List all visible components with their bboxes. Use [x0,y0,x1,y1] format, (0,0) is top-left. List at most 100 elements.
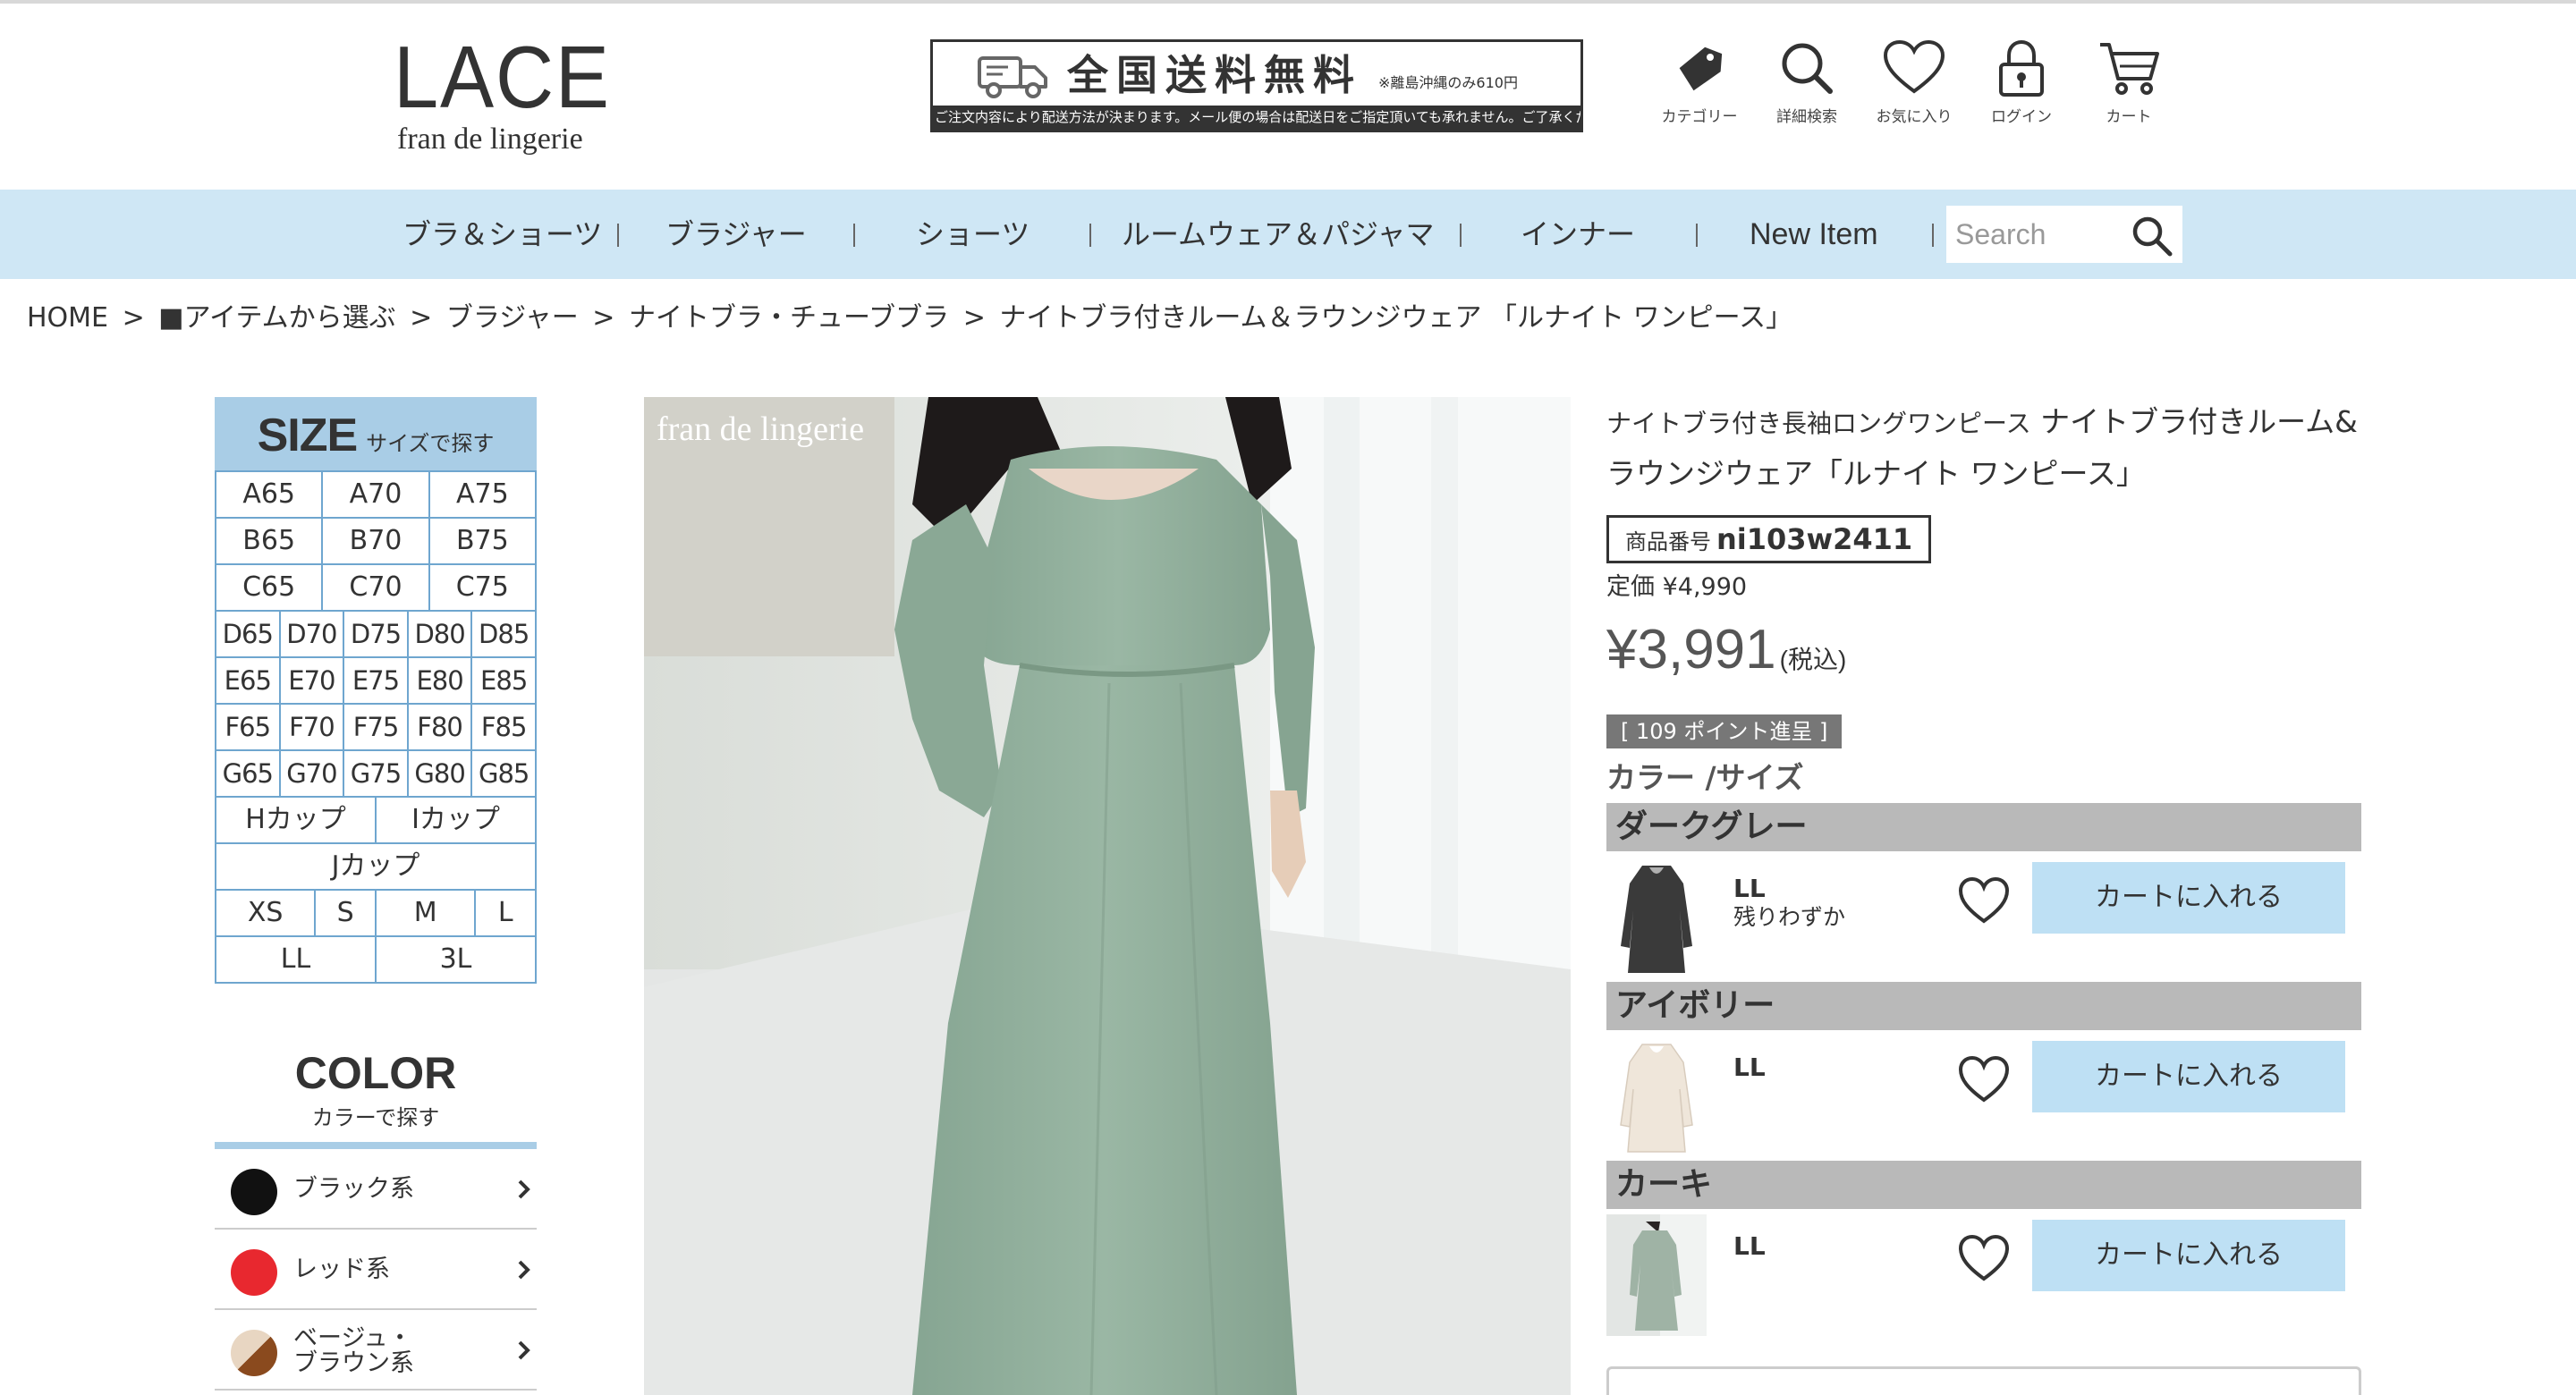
size-option[interactable]: A75 [428,472,535,517]
product-main-image[interactable]: fran de lingerie [644,397,1571,1395]
product-code: ni103w2411 [1716,522,1913,556]
size-option[interactable]: Jカップ [216,844,535,889]
color-option-label: レッド系 [293,1256,390,1283]
nav-search [1946,206,2182,263]
size-option[interactable]: F65 [216,705,279,749]
size-option[interactable]: G70 [278,751,343,796]
size-option[interactable]: XS [216,891,314,935]
search-input[interactable] [1955,206,2125,263]
lock-icon [1999,39,2044,97]
header-search-link[interactable]: 詳細検索 [1753,39,1860,126]
size-option[interactable]: 3L [375,937,535,982]
banner-title: 全国送料無料 [1067,51,1362,99]
favorite-heart-icon[interactable] [1957,876,2011,926]
size-grid: A65 A70 A75 B65 B70 B75 C65 C70 C75 D65 … [215,470,537,984]
header-category-link[interactable]: カテゴリー [1646,39,1753,126]
free-shipping-banner[interactable]: 全国送料無料 ※離島沖縄のみ610円 ご注文内容により配送方法が決まります。メー… [930,39,1583,132]
size-option[interactable]: A70 [321,472,428,517]
size-option[interactable]: E70 [278,658,343,703]
color-size-label: カラー /サイズ [1606,760,1804,795]
size-option[interactable]: C70 [321,565,428,610]
size-option[interactable]: S [314,891,375,935]
size-option[interactable]: F70 [278,705,343,749]
size-option[interactable]: D65 [216,612,279,656]
header-category-label: カテゴリー [1661,108,1738,126]
site-logo[interactable]: LACE fran de lingerie [394,32,609,157]
beige-brown-swatch [231,1330,277,1376]
nav-item-shorts[interactable]: ショーツ [916,190,1030,279]
size-option[interactable]: B65 [216,519,321,563]
size-option[interactable]: F75 [343,705,407,749]
size-option[interactable]: L [474,891,535,935]
size-option[interactable]: LL [216,937,375,982]
variant-color-name: ダークグレー [1606,803,2361,851]
breadcrumb-current: ナイトブラ付きルーム＆ラウンジウェア 「ルナイト ワンピース」 [999,302,1793,334]
nav-item-inner[interactable]: インナー [1521,190,1635,279]
color-filter-rule [215,1142,537,1149]
header-cart-label: カート [2106,108,2152,126]
favorite-heart-icon[interactable] [1957,1234,2011,1284]
favorite-heart-icon[interactable] [1957,1055,2011,1105]
size-option[interactable]: M [375,891,474,935]
variant-thumbnail[interactable] [1606,857,1707,978]
nav-item-roomwear[interactable]: ルームウェア＆パジャマ [1122,190,1434,279]
size-option[interactable]: G80 [406,751,471,796]
size-option[interactable]: C65 [216,565,321,610]
size-option[interactable]: G75 [343,751,407,796]
list-price: 定価 ¥4,990 [1606,573,1748,601]
variant-color-name: カーキ [1606,1161,2361,1209]
model-photo [644,397,1571,1395]
size-option[interactable]: A65 [216,472,321,517]
size-option[interactable]: B75 [428,519,535,563]
variant-size: LL [1733,1053,1766,1082]
banner-subtext: ご注文内容により配送方法が決まります。メール便の場合は配送日をご指定頂いても承れ… [933,106,1580,130]
breadcrumb-bra[interactable]: ブラジャー [446,302,579,334]
size-option[interactable]: D80 [406,612,471,656]
size-option[interactable]: D75 [343,612,407,656]
cart-icon [2100,43,2159,95]
header-login-label: ログイン [1991,108,2052,126]
size-option[interactable]: C75 [428,565,535,610]
nav-item-bra[interactable]: ブラジャー [665,190,807,279]
color-option-black[interactable]: ブラック系 [215,1149,537,1230]
size-option[interactable]: E80 [406,658,471,703]
size-option[interactable]: D85 [470,612,535,656]
size-option[interactable]: F85 [470,705,535,749]
add-to-cart-button[interactable]: カートに入れる [2032,1041,2345,1112]
size-option[interactable]: E65 [216,658,279,703]
product-code-box: 商品番号 ni103w2411 [1606,515,1932,563]
size-option[interactable]: E75 [343,658,407,703]
add-to-cart-button[interactable]: カートに入れる [2032,1220,2345,1291]
size-option[interactable]: G65 [216,751,279,796]
add-to-cart-button[interactable]: カートに入れる [2032,862,2345,934]
header-cart-link[interactable]: カート [2075,39,2182,126]
variant-thumbnail[interactable] [1606,1036,1707,1157]
color-option-red[interactable]: レッド系 [215,1230,537,1310]
top-divider [0,0,2576,4]
header-favorites-link[interactable]: お気に入り [1860,39,1968,126]
size-option[interactable]: Hカップ [216,798,375,842]
size-option[interactable]: B70 [321,519,428,563]
size-option[interactable]: F80 [406,705,471,749]
size-option[interactable]: D70 [278,612,343,656]
size-option[interactable]: Iカップ [375,798,535,842]
breadcrumb-separator: > [410,302,433,334]
search-icon[interactable] [2131,215,2174,258]
size-option[interactable]: G85 [470,751,535,796]
breadcrumb-nightbra[interactable]: ナイトブラ・チューブブラ [629,302,949,334]
nav-item-bra-shorts[interactable]: ブラ＆ショーツ [402,190,602,279]
size-filter-title: SIZE [257,410,359,461]
breadcrumb: HOME > ■アイテムから選ぶ > ブラジャー > ナイトブラ・チューブブラ … [27,300,1798,336]
size-filter: SIZE サイズで探す A65 A70 A75 B65 B70 B75 C65 C… [215,397,537,984]
color-option-beige-brown[interactable]: ベージュ・ ブラウン系 [215,1310,537,1391]
variant-thumbnail[interactable] [1606,1214,1707,1336]
points-badge: [ 109 ポイント進呈 ] [1606,714,1843,748]
chevron-right-icon [518,1179,530,1199]
breadcrumb-home[interactable]: HOME [27,302,108,334]
breadcrumb-items[interactable]: ■アイテムから選ぶ [158,302,395,334]
header-login-link[interactable]: ログイン [1968,39,2075,126]
size-option[interactable]: E85 [470,658,535,703]
tax-label: (税込) [1779,646,1847,673]
nav-item-new[interactable]: New Item [1750,190,1878,279]
nav-divider [853,224,855,247]
